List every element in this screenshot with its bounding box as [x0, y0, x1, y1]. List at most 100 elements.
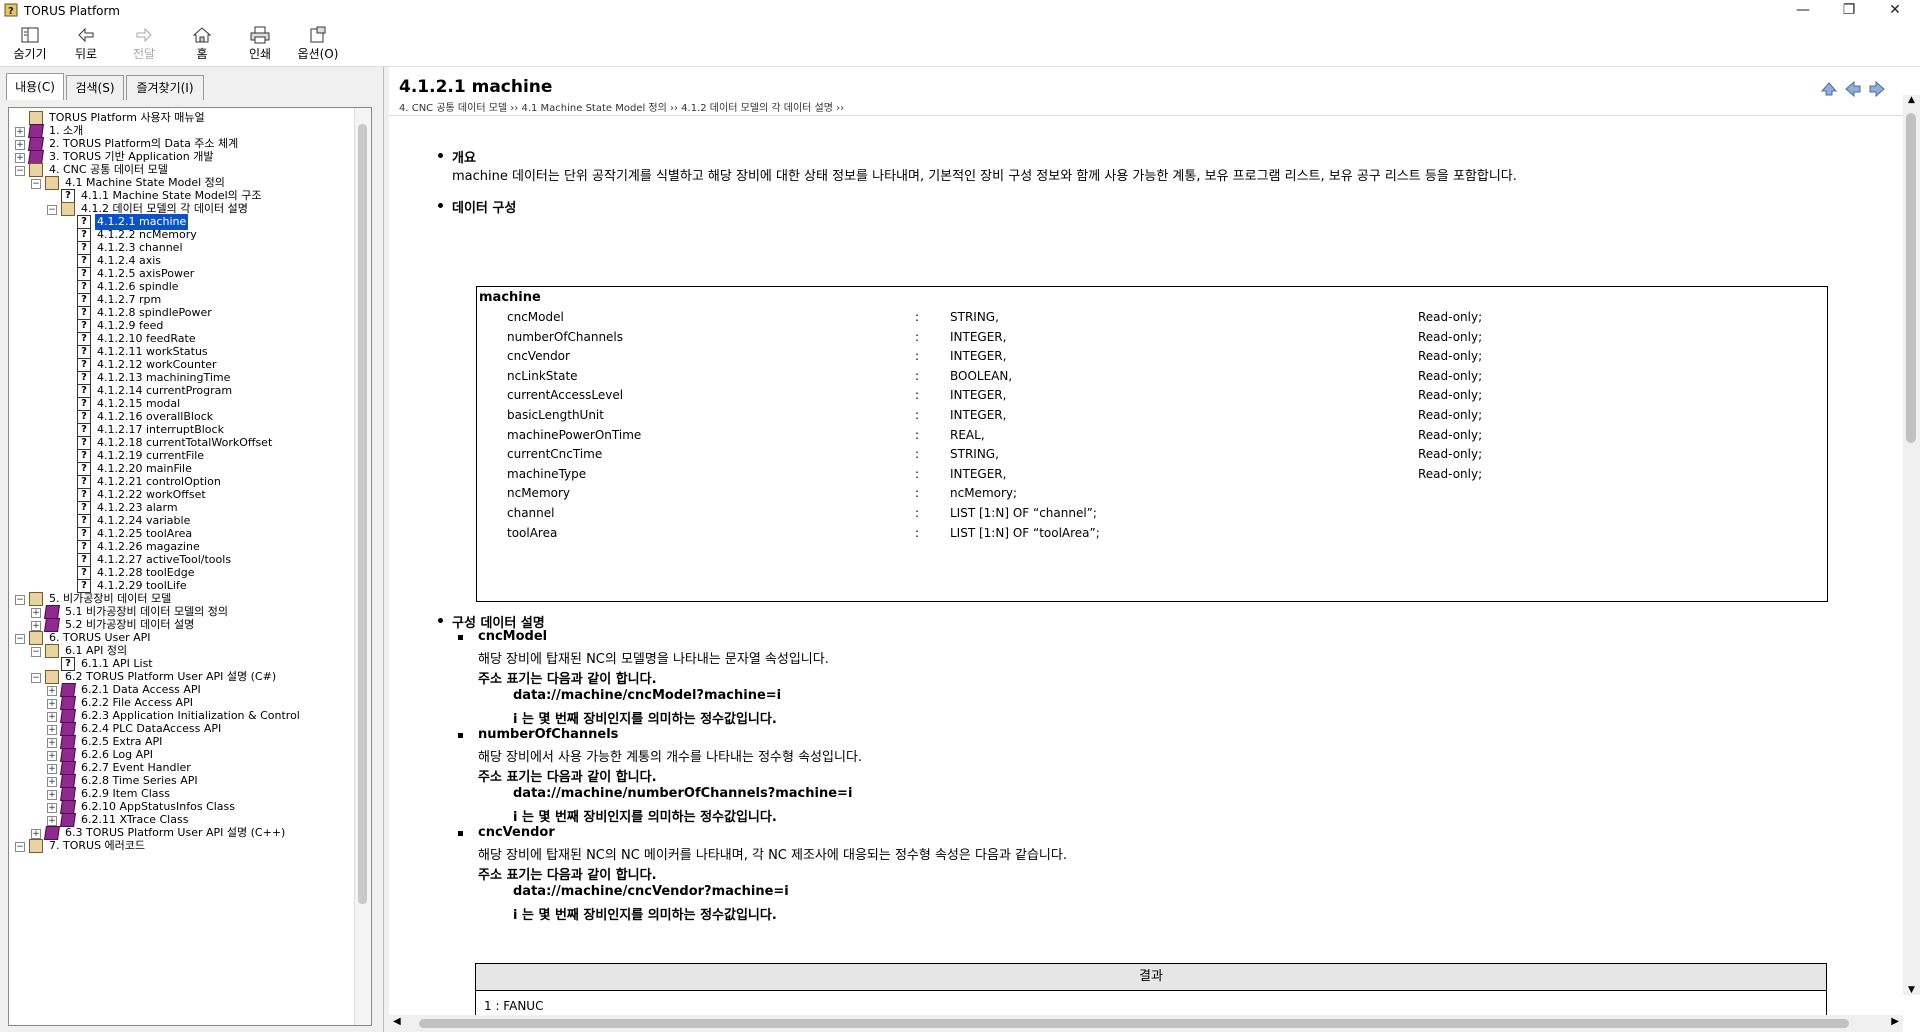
- bullet: [438, 153, 443, 158]
- expand-icon[interactable]: +: [47, 777, 57, 787]
- help-page-icon: ?: [77, 410, 91, 424]
- scroll-down-icon[interactable]: ▼: [1903, 985, 1920, 995]
- expand-icon[interactable]: +: [15, 127, 25, 137]
- expand-icon[interactable]: +: [47, 751, 57, 761]
- address-label: 주소 표기는 다음과 같이 합니다.: [478, 770, 657, 785]
- expand-icon[interactable]: +: [47, 803, 57, 813]
- expand-icon[interactable]: +: [31, 608, 41, 618]
- closed-book-icon: [60, 722, 76, 736]
- forward-button[interactable]: 전달: [116, 24, 172, 64]
- table-header: 결과: [475, 963, 1827, 991]
- field-access: Read-only;: [1418, 427, 1483, 442]
- expand-icon[interactable]: +: [47, 816, 57, 826]
- field-type: STRING,: [950, 310, 999, 324]
- horizontal-scroll-thumb[interactable]: [419, 1019, 1849, 1028]
- address-note: i 는 몇 번째 장비인지를 의미하는 정수값입니다.: [513, 908, 777, 923]
- collapse-icon[interactable]: −: [15, 634, 25, 644]
- table-rows: 1 : FANUC2 : SIEMENS: [475, 991, 1827, 1016]
- title-bar: ? TORUS Platform — ❐ ✕: [0, 0, 1920, 22]
- help-page-icon: ?: [77, 358, 91, 372]
- top-arrow-icon[interactable]: [1820, 81, 1838, 97]
- print-button[interactable]: 인쇄: [232, 24, 288, 64]
- field-access: Read-only;: [1418, 329, 1483, 344]
- open-book-icon: [61, 202, 75, 216]
- help-page-icon: ?: [77, 371, 91, 385]
- help-page-icon: ?: [77, 514, 91, 528]
- home-icon: [192, 27, 212, 43]
- address-note: i 는 몇 번째 장비인지를 의미하는 정수값입니다.: [513, 712, 777, 727]
- collapse-icon[interactable]: −: [31, 179, 41, 189]
- previous-arrow-icon[interactable]: [1844, 81, 1862, 97]
- item-description: 해당 장비에 탑재된 NC의 모델명을 나타내는 문자열 속성입니다.: [478, 652, 829, 667]
- vertical-scroll-thumb[interactable]: [1906, 113, 1916, 443]
- vertical-scrollbar[interactable]: ▲ ▼: [1903, 95, 1920, 995]
- collapse-icon[interactable]: −: [31, 673, 41, 683]
- field-name: currentAccessLevel: [507, 388, 624, 403]
- expand-icon[interactable]: +: [31, 829, 41, 839]
- hide-label: 숨기기: [13, 47, 47, 61]
- scroll-up-icon[interactable]: ▲: [1903, 95, 1920, 105]
- back-button[interactable]: 뒤로: [58, 24, 114, 64]
- maximize-icon[interactable]: ❐: [1826, 0, 1872, 22]
- hide-button[interactable]: 숨기기: [2, 24, 58, 64]
- field-separator: :: [915, 506, 920, 520]
- field-separator: :: [915, 349, 920, 364]
- expand-icon[interactable]: +: [47, 764, 57, 774]
- field-type: INTEGER,: [950, 466, 1007, 481]
- field-type: ncMemory;: [950, 486, 1018, 501]
- table-row: 1 : FANUC: [475, 991, 1827, 1016]
- expand-icon[interactable]: +: [15, 153, 25, 163]
- expand-icon[interactable]: +: [47, 686, 57, 696]
- forward-label: 전달: [132, 47, 156, 61]
- square-bullet: [458, 831, 463, 836]
- field-type: LIST [1:N] OF “toolArea”;: [950, 525, 1100, 540]
- hide-pane-icon: [21, 27, 39, 43]
- home-button[interactable]: 홈: [174, 24, 230, 64]
- collapse-icon[interactable]: −: [31, 647, 41, 657]
- field-name: currentCncTime: [507, 447, 603, 462]
- collapse-icon[interactable]: −: [15, 166, 25, 176]
- address-label: 주소 표기는 다음과 같이 합니다.: [478, 868, 657, 883]
- address-note: i 는 몇 번째 장비인지를 의미하는 정수값입니다.: [513, 810, 777, 825]
- expand-icon[interactable]: +: [47, 790, 57, 800]
- tree-scrollbar[interactable]: [354, 108, 371, 1025]
- expand-icon[interactable]: +: [47, 712, 57, 722]
- tree-scroll-thumb[interactable]: [358, 124, 367, 904]
- expand-icon[interactable]: +: [47, 699, 57, 709]
- tab-search[interactable]: 검색(S): [66, 75, 124, 100]
- horizontal-scrollbar[interactable]: ◀ ▶: [389, 1015, 1903, 1032]
- closed-book-icon: [60, 735, 76, 749]
- closed-book-icon: [60, 774, 76, 788]
- address-label: 주소 표기는 다음과 같이 합니다.: [478, 672, 657, 687]
- help-page-icon: ?: [77, 254, 91, 268]
- expand-icon[interactable]: +: [47, 725, 57, 735]
- expand-icon[interactable]: +: [15, 140, 25, 150]
- collapse-icon[interactable]: −: [47, 205, 57, 215]
- open-book-icon: [45, 176, 59, 190]
- field-separator: :: [915, 427, 920, 442]
- topic-header: 4.1.2.1 machine 4. CNC 공통 데이터 모델 ›› 4.1 …: [389, 67, 1920, 116]
- expand-icon[interactable]: +: [31, 621, 41, 631]
- tab-contents[interactable]: 내용(C): [6, 73, 64, 100]
- overview-heading: 개요: [452, 151, 476, 166]
- next-arrow-icon[interactable]: [1868, 81, 1886, 97]
- open-book-icon: [45, 644, 59, 658]
- bullet: [438, 618, 443, 623]
- options-button[interactable]: 옵션(O): [290, 24, 346, 64]
- field-separator: :: [915, 368, 920, 383]
- collapse-icon[interactable]: −: [15, 595, 25, 605]
- topic-title: 4.1.2.1 machine: [399, 77, 553, 97]
- scroll-left-icon[interactable]: ◀: [393, 1016, 401, 1027]
- close-icon[interactable]: ✕: [1872, 0, 1918, 22]
- collapse-icon[interactable]: −: [15, 842, 25, 852]
- help-page-icon: ?: [61, 189, 75, 203]
- breadcrumb[interactable]: 4. CNC 공통 데이터 모델 ›› 4.1 Machine State Mo…: [399, 99, 844, 114]
- closed-book-icon: [60, 748, 76, 762]
- scroll-right-icon[interactable]: ▶: [1891, 1016, 1899, 1027]
- expand-icon[interactable]: +: [47, 738, 57, 748]
- minimize-icon[interactable]: —: [1780, 0, 1826, 22]
- help-page-icon: ?: [77, 397, 91, 411]
- help-page-icon: ?: [77, 566, 91, 580]
- tab-favorites[interactable]: 즐겨찾기(I): [126, 75, 204, 100]
- field-type: INTEGER,: [950, 388, 1007, 403]
